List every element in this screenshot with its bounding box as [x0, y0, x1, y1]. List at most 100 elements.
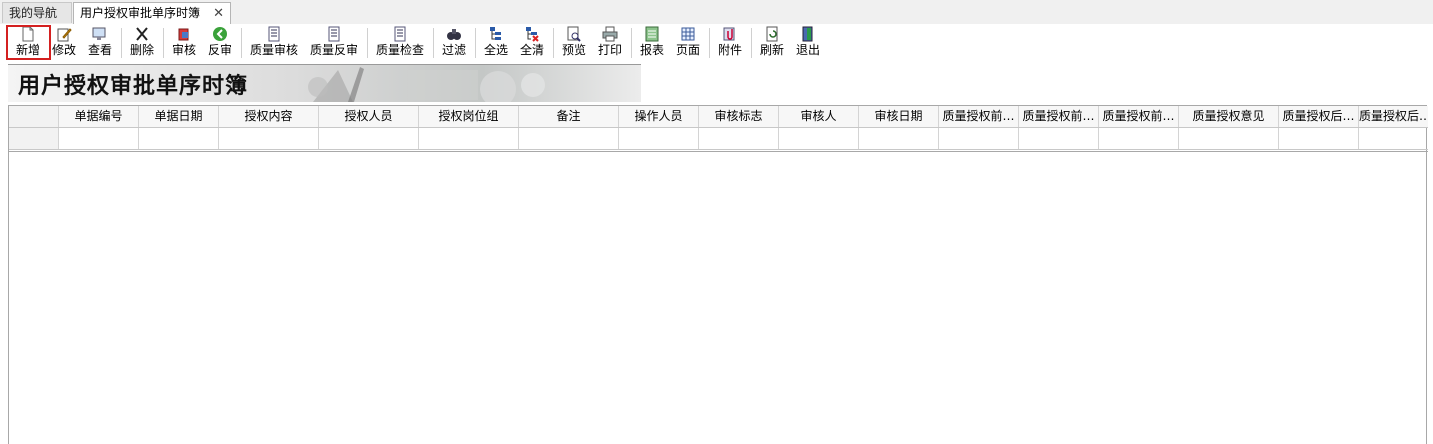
refresh-label: 刷新: [759, 43, 784, 57]
data-grid[interactable]: 单据编号 单据日期 授权内容 授权人员 授权岗位组 备注 操作人员 审核标志 审…: [8, 105, 1428, 444]
column-header[interactable]: 质量授权前…: [1019, 106, 1099, 127]
tab-user-auth-approval[interactable]: 用户授权审批单序时簿 ✕: [73, 2, 231, 25]
table-cell[interactable]: [519, 128, 619, 149]
delete-button[interactable]: 删除: [128, 26, 156, 60]
report-label: 报表: [639, 43, 664, 57]
edit-icon: [55, 26, 73, 42]
report-icon: [643, 26, 661, 42]
toolbar-separator: [553, 28, 554, 58]
attachment-button[interactable]: 附件: [716, 26, 744, 60]
table-cell[interactable]: [219, 128, 319, 149]
row-header[interactable]: [9, 128, 59, 149]
toolbar-separator: [751, 28, 752, 58]
row-header-corner: [9, 106, 59, 127]
table-cell[interactable]: [1279, 128, 1359, 149]
column-header[interactable]: 操作人员: [619, 106, 699, 127]
toolbar-separator: [631, 28, 632, 58]
column-header[interactable]: 备注: [519, 106, 619, 127]
unaudit-button-label: 反审: [207, 43, 232, 57]
toolbar: 新增 修改 查看 删除 审核 反审 质量审核 质量反审 质量检查 过滤 全选 全…: [0, 24, 1433, 62]
table-cell[interactable]: [619, 128, 699, 149]
table-cell[interactable]: [419, 128, 519, 149]
filter-button[interactable]: 过滤: [440, 26, 468, 60]
list-icon: [391, 26, 409, 42]
select-all-label: 全选: [483, 43, 508, 57]
tab-strip: 我的导航 用户授权审批单序时簿 ✕: [0, 0, 1433, 25]
audit-button-label: 审核: [171, 43, 196, 57]
quality-unaudit-button[interactable]: 质量反审: [308, 26, 360, 60]
exit-door-icon: [799, 26, 817, 42]
column-header[interactable]: 授权内容: [219, 106, 319, 127]
column-header[interactable]: 质量授权后…: [1359, 106, 1426, 127]
table-cell[interactable]: [1359, 128, 1426, 149]
column-header[interactable]: 单据日期: [139, 106, 219, 127]
exit-button[interactable]: 退出: [794, 26, 822, 60]
attachment-icon: [721, 26, 739, 42]
delete-button-label: 删除: [129, 43, 154, 57]
view-button[interactable]: 查看: [86, 26, 114, 60]
table-cell[interactable]: [139, 128, 219, 149]
toolbar-separator: [433, 28, 434, 58]
clear-all-label: 全清: [519, 43, 544, 57]
new-button-focus-highlight: [6, 25, 51, 60]
view-button-label: 查看: [87, 43, 112, 57]
table-cell[interactable]: [1179, 128, 1279, 149]
exit-label: 退出: [795, 43, 820, 57]
preview-button[interactable]: 预览: [560, 26, 588, 60]
table-cell[interactable]: [1019, 128, 1099, 149]
page-grid-icon: [679, 26, 697, 42]
binoculars-icon: [445, 26, 463, 42]
edit-button[interactable]: 修改: [50, 26, 78, 60]
edit-button-label: 修改: [51, 43, 76, 57]
tab-label: 用户授权审批单序时簿: [80, 6, 201, 20]
toolbar-separator: [241, 28, 242, 58]
unaudit-button[interactable]: 反审: [206, 26, 234, 60]
print-preview-icon: [565, 26, 583, 42]
clear-all-button[interactable]: 全清: [518, 26, 546, 60]
report-button[interactable]: 报表: [638, 26, 666, 60]
column-header[interactable]: 质量授权意见: [1179, 106, 1279, 127]
tree-select-icon: [487, 26, 505, 42]
column-header[interactable]: 单据编号: [59, 106, 139, 127]
page-button[interactable]: 页面: [674, 26, 702, 60]
audit-button[interactable]: 审核: [170, 26, 198, 60]
toolbar-separator: [367, 28, 368, 58]
column-header[interactable]: 审核人: [779, 106, 859, 127]
table-cell[interactable]: [859, 128, 939, 149]
column-header[interactable]: 质量授权前…: [939, 106, 1019, 127]
table-cell[interactable]: [59, 128, 139, 149]
quality-audit-label: 质量审核: [249, 43, 298, 57]
quality-unaudit-label: 质量反审: [309, 43, 358, 57]
page-label: 页面: [675, 43, 700, 57]
column-header[interactable]: 质量授权前…: [1099, 106, 1179, 127]
column-header[interactable]: 授权人员: [319, 106, 419, 127]
print-label: 打印: [597, 43, 622, 57]
column-header[interactable]: 质量授权后…: [1279, 106, 1359, 127]
grid-divider: [9, 151, 1428, 152]
close-icon[interactable]: ✕: [213, 3, 224, 24]
tab-my-navigation[interactable]: 我的导航: [2, 2, 72, 23]
toolbar-separator: [163, 28, 164, 58]
table-cell[interactable]: [1099, 128, 1179, 149]
print-button[interactable]: 打印: [596, 26, 624, 60]
quality-check-label: 质量检查: [375, 43, 424, 57]
table-cell[interactable]: [699, 128, 779, 149]
column-header[interactable]: 审核标志: [699, 106, 779, 127]
refresh-icon: [763, 26, 781, 42]
refresh-button[interactable]: 刷新: [758, 26, 786, 60]
list-icon: [265, 26, 283, 42]
table-cell[interactable]: [939, 128, 1019, 149]
quality-check-button[interactable]: 质量检查: [374, 26, 426, 60]
select-all-button[interactable]: 全选: [482, 26, 510, 60]
filter-button-label: 过滤: [441, 43, 466, 57]
column-header[interactable]: 审核日期: [859, 106, 939, 127]
table-row[interactable]: [9, 128, 1428, 150]
banner-decoration-image: [308, 67, 545, 102]
toolbar-separator: [709, 28, 710, 58]
table-cell[interactable]: [779, 128, 859, 149]
quality-audit-button[interactable]: 质量审核: [248, 26, 300, 60]
audit-stamp-icon: [175, 26, 193, 42]
view-icon: [91, 26, 109, 42]
table-cell[interactable]: [319, 128, 419, 149]
column-header[interactable]: 授权岗位组: [419, 106, 519, 127]
